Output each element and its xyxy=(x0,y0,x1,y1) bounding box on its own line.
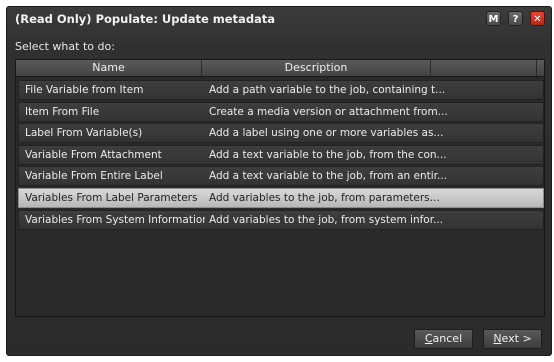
list-rows: File Variable from Item Add a path varia… xyxy=(18,80,544,231)
item-description: Add a path variable to the job, containi… xyxy=(209,84,446,96)
next-mnemonic: N xyxy=(493,332,502,345)
cancel-label: ancel xyxy=(432,332,463,345)
cancel-button[interactable]: Cancel xyxy=(414,329,473,349)
item-description: Add a text variable to the job, from an … xyxy=(209,170,448,183)
title-bar[interactable]: (Read Only) Populate: Update metadata M … xyxy=(7,7,551,31)
prompt-label: Select what to do: xyxy=(15,40,115,53)
list-header: Name Description xyxy=(16,60,544,77)
item-description: Add a label using one or more variables … xyxy=(209,127,444,140)
item-name: Variables From Label Parameters xyxy=(25,191,198,204)
list-item[interactable]: Variables From System Information Add va… xyxy=(18,209,544,230)
item-description: Add variables to the job, from parameter… xyxy=(209,191,440,204)
list-item[interactable]: Variable From Entire Label Add a text va… xyxy=(18,166,544,187)
window-title: (Read Only) Populate: Update metadata xyxy=(15,12,276,26)
column-header-description[interactable]: Description xyxy=(202,60,431,76)
action-list[interactable]: Name Description File Variable from Item… xyxy=(15,59,545,317)
help-icon[interactable]: ? xyxy=(508,11,523,26)
list-item[interactable]: Item From File Create a media version or… xyxy=(18,101,544,122)
column-header-empty[interactable] xyxy=(431,60,537,76)
column-header-name[interactable]: Name xyxy=(16,60,202,76)
item-description: Add variables to the job, from system in… xyxy=(209,213,444,226)
close-icon[interactable]: ✕ xyxy=(530,11,545,26)
next-label: ext > xyxy=(501,332,532,345)
next-button[interactable]: Next > xyxy=(483,329,542,349)
item-name: File Variable from Item xyxy=(25,84,144,96)
list-item[interactable]: Label From Variable(s) Add a label using… xyxy=(18,123,544,144)
item-name: Variable From Entire Label xyxy=(25,170,163,183)
item-description: Create a media version or attachment fro… xyxy=(209,105,448,118)
item-name: Variables From System Information xyxy=(25,213,205,226)
cancel-mnemonic: C xyxy=(424,332,433,345)
item-name: Label From Variable(s) xyxy=(25,127,143,140)
item-description: Add a text variable to the job, from the… xyxy=(209,148,447,161)
dialog-window: (Read Only) Populate: Update metadata M … xyxy=(6,6,552,356)
list-item[interactable]: Variable From Attachment Add a text vari… xyxy=(18,144,544,165)
m-button[interactable]: M xyxy=(486,11,501,26)
item-name: Item From File xyxy=(25,105,100,118)
list-item-selected[interactable]: Variables From Label Parameters Add vari… xyxy=(18,187,544,208)
item-name: Variable From Attachment xyxy=(25,148,162,161)
list-item[interactable]: File Variable from Item Add a path varia… xyxy=(18,80,544,100)
